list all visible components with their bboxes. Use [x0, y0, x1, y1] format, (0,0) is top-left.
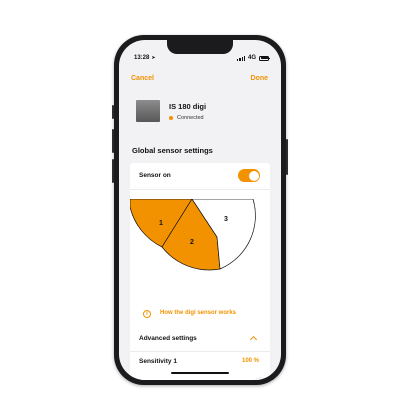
location-arrow-icon: ➤ [151, 55, 156, 61]
cancel-button[interactable]: Cancel [131, 75, 154, 82]
toggle-knob [248, 170, 259, 181]
app-screen: 13:28 ➤ 4G Cancel Done IS 180 digi Conne… [119, 40, 281, 380]
cell-signal-icon [237, 55, 245, 61]
status-time: 13:28 ➤ [134, 55, 156, 61]
power-button [286, 139, 288, 175]
zone-2-label: 2 [190, 239, 194, 246]
settings-card: Sensor on 1 2 3 i How the digi sensor wo… [130, 163, 270, 380]
device-image [136, 100, 160, 122]
zone-1-label: 1 [159, 220, 163, 227]
info-link-text[interactable]: How the digi sensor works [160, 310, 236, 316]
device-header: IS 180 digi Connected [136, 98, 276, 126]
done-button[interactable]: Done [251, 75, 269, 82]
notch [167, 40, 233, 54]
sensitivity-row: Sensitivity 1 100 % [130, 356, 270, 370]
mute-switch [112, 105, 114, 119]
home-indicator [171, 371, 229, 374]
advanced-settings-row[interactable]: Advanced settings [130, 331, 270, 352]
advanced-settings-label: Advanced settings [139, 335, 197, 342]
nav-bar: Cancel Done [119, 72, 281, 86]
sensitivity-value: 100 % [241, 358, 259, 364]
connected-dot-icon [169, 116, 173, 120]
sensitivity-slider[interactable] [139, 378, 266, 380]
battery-icon [259, 55, 270, 61]
volume-up-button [112, 129, 114, 153]
network-type: 4G [247, 55, 256, 61]
device-status-text: Connected [177, 115, 204, 121]
sensor-label: Sensor on [139, 172, 171, 179]
sensor-row: Sensor on [130, 163, 270, 190]
status-indicators: 4G [237, 55, 270, 61]
device-status: Connected [169, 115, 204, 121]
zone-diagram: 1 2 3 [130, 199, 256, 271]
info-link[interactable]: i How the digi sensor works [130, 309, 270, 323]
chevron-up-icon[interactable] [249, 335, 258, 344]
info-icon: i [143, 310, 151, 318]
sensor-toggle[interactable] [238, 169, 260, 182]
volume-down-button [112, 159, 114, 183]
phone-frame: 13:28 ➤ 4G Cancel Done IS 180 digi Conne… [112, 35, 288, 385]
sensitivity-label: Sensitivity 1 [139, 358, 177, 365]
slider-thumb[interactable] [255, 378, 266, 380]
detection-zones: 1 2 3 [130, 199, 270, 277]
zone-3-label: 3 [224, 216, 228, 223]
device-name: IS 180 digi [169, 102, 207, 111]
section-title: Global sensor settings [132, 146, 213, 155]
